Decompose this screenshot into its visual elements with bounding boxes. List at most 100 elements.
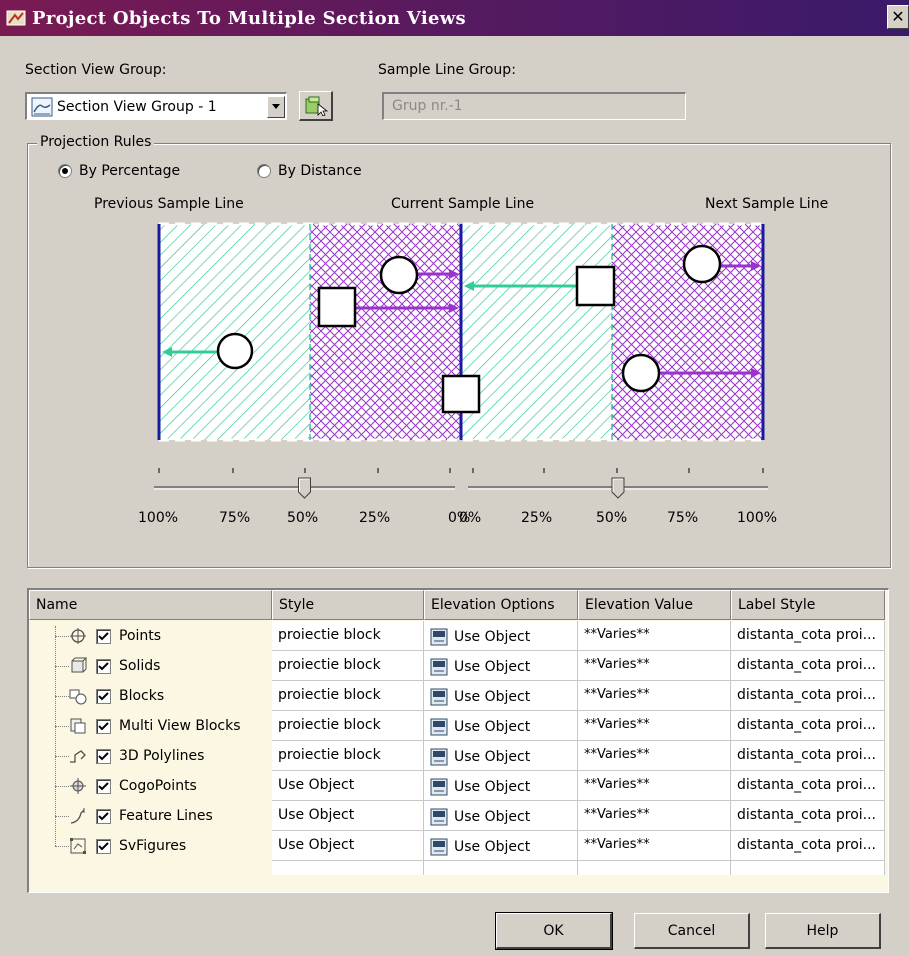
elevation-option-icon xyxy=(430,808,448,826)
elevation-value-cell[interactable]: **Varies** xyxy=(578,681,731,711)
empty-cell xyxy=(578,861,731,875)
elevation-options-cell[interactable]: Use Object xyxy=(424,651,578,681)
header-name[interactable]: Name xyxy=(29,590,272,620)
checkbox[interactable] xyxy=(96,808,111,824)
solid-icon xyxy=(71,657,87,673)
slider-tick-label: 75% xyxy=(667,510,699,526)
label-style-cell[interactable]: distanta_cota proi... xyxy=(731,621,885,651)
object-type-label: CogoPoints xyxy=(119,778,197,794)
label-style-cell[interactable]: distanta_cota proi... xyxy=(731,831,885,861)
elevation-option-icon xyxy=(430,838,448,856)
elevation-value-cell[interactable]: **Varies** xyxy=(578,771,731,801)
elevation-value-cell[interactable]: **Varies** xyxy=(578,651,731,681)
cogo-point-icon xyxy=(70,778,86,794)
style-cell[interactable]: Use Object xyxy=(272,831,424,861)
header-elevation-options[interactable]: Elevation Options xyxy=(424,590,578,620)
checkbox[interactable] xyxy=(96,628,111,644)
object-circle-icon xyxy=(682,244,722,284)
next-percentage-slider[interactable] xyxy=(458,468,773,504)
object-circle-icon xyxy=(621,353,661,393)
elevation-value-cell[interactable]: **Varies** xyxy=(578,711,731,741)
elevation-option-label: Use Object xyxy=(454,749,531,765)
label-style-cell[interactable]: distanta_cota proi... xyxy=(731,801,885,831)
radio-selected-icon xyxy=(58,164,72,178)
label-style-cell[interactable]: distanta_cota proi... xyxy=(731,771,885,801)
checkbox[interactable] xyxy=(96,718,111,734)
header-style[interactable]: Style xyxy=(272,590,424,620)
elevation-value-cell[interactable]: **Varies** xyxy=(578,741,731,771)
style-cell[interactable]: Use Object xyxy=(272,801,424,831)
cancel-button[interactable]: Cancel xyxy=(634,913,750,949)
elevation-options-cell[interactable]: Use Object xyxy=(424,741,578,771)
tree-branch xyxy=(55,726,69,727)
previous-purple-zone xyxy=(310,224,461,440)
slider-tick-label: 75% xyxy=(219,510,251,526)
elevation-options-cell[interactable]: Use Object xyxy=(424,621,578,651)
slider-thumb[interactable] xyxy=(611,477,625,499)
slider-thumb[interactable] xyxy=(298,477,311,499)
table-row-name: 3D Polylines xyxy=(69,741,269,771)
pick-section-view-button[interactable] xyxy=(299,91,333,121)
close-icon: ✕ xyxy=(891,7,905,26)
ok-button[interactable]: OK xyxy=(495,912,613,950)
style-cell[interactable]: proiectie block xyxy=(272,681,424,711)
projection-diagram xyxy=(157,222,765,442)
elevation-options-cell[interactable]: Use Object xyxy=(424,801,578,831)
multiview-block-icon xyxy=(70,718,86,734)
pick-icon xyxy=(305,96,328,116)
tree-branch xyxy=(55,756,69,757)
elevation-option-label: Use Object xyxy=(454,839,531,855)
label-style-cell[interactable]: distanta_cota proi... xyxy=(731,681,885,711)
label-style-cell[interactable]: distanta_cota proi... xyxy=(731,711,885,741)
elevation-options-cell[interactable]: Use Object xyxy=(424,681,578,711)
label-style-cell[interactable]: distanta_cota proi... xyxy=(731,741,885,771)
block-icon xyxy=(69,689,87,705)
object-square-icon xyxy=(441,374,481,414)
elevation-value-cell[interactable]: **Varies** xyxy=(578,831,731,861)
empty-cell xyxy=(272,861,424,875)
checkbox[interactable] xyxy=(96,748,111,764)
title-bar: Project Objects To Multiple Section View… xyxy=(0,0,909,36)
elevation-value-cell[interactable]: **Varies** xyxy=(578,621,731,651)
previous-green-zone xyxy=(159,224,310,440)
elevation-options-cell[interactable]: Use Object xyxy=(424,831,578,861)
tree-line xyxy=(55,626,56,846)
checkmark-icon xyxy=(98,691,109,700)
slider-tick-label: 0% xyxy=(459,510,482,526)
style-cell[interactable]: Use Object xyxy=(272,771,424,801)
empty-cell xyxy=(424,861,578,875)
previous-percentage-slider[interactable] xyxy=(150,468,465,504)
label-style-cell[interactable]: distanta_cota proi... xyxy=(731,651,885,681)
help-button[interactable]: Help xyxy=(765,913,881,949)
slider-tick-label: 25% xyxy=(521,510,553,526)
header-elevation-value[interactable]: Elevation Value xyxy=(578,590,731,620)
chevron-down-icon[interactable] xyxy=(267,95,285,118)
checkbox[interactable] xyxy=(96,838,111,854)
style-cell[interactable]: proiectie block xyxy=(272,651,424,681)
elevation-options-cell[interactable]: Use Object xyxy=(424,771,578,801)
checkbox[interactable] xyxy=(96,658,111,674)
tree-branch xyxy=(55,636,69,637)
checkbox[interactable] xyxy=(96,778,111,794)
tree-branch xyxy=(55,696,69,697)
checkmark-icon xyxy=(98,811,109,820)
checkbox[interactable] xyxy=(96,688,111,704)
by-percentage-radio[interactable]: By Percentage xyxy=(58,163,180,179)
elevation-options-cell[interactable]: Use Object xyxy=(424,711,578,741)
header-label-style[interactable]: Label Style xyxy=(731,590,885,620)
style-cell[interactable]: proiectie block xyxy=(272,711,424,741)
checkmark-icon xyxy=(98,751,109,760)
by-distance-radio[interactable]: By Distance xyxy=(257,163,362,179)
style-cell[interactable]: proiectie block xyxy=(272,741,424,771)
object-type-label: Multi View Blocks xyxy=(119,718,241,734)
next-green-zone xyxy=(461,224,612,440)
elevation-option-icon xyxy=(430,658,448,676)
checkmark-icon xyxy=(98,721,109,730)
section-view-group-select[interactable]: Section View Group - 1 xyxy=(25,92,287,120)
elevation-value-cell[interactable]: **Varies** xyxy=(578,801,731,831)
previous-sample-line-label: Previous Sample Line xyxy=(94,196,244,212)
style-cell[interactable]: proiectie block xyxy=(272,621,424,651)
checkmark-icon xyxy=(98,781,109,790)
close-button[interactable]: ✕ xyxy=(887,5,909,29)
point-icon xyxy=(70,628,86,644)
